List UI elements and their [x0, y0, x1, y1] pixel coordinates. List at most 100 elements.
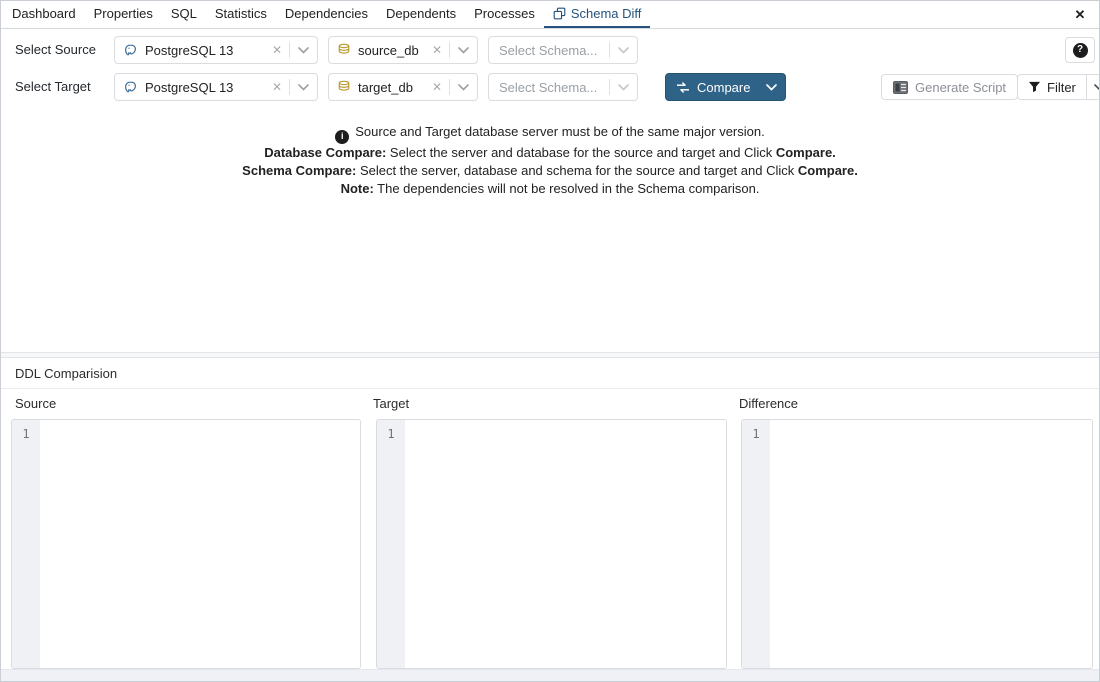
instruction-bold: Compare.	[776, 145, 836, 160]
source-ddl-editor[interactable]: 1	[11, 419, 361, 669]
clear-icon[interactable]: ✕	[427, 81, 447, 93]
tab-processes[interactable]: Processes	[465, 1, 544, 28]
compare-arrows-icon	[676, 82, 690, 93]
source-ddl-content[interactable]	[40, 420, 360, 668]
tab-label: Statistics	[215, 6, 267, 21]
target-schema-placeholder: Select Schema...	[499, 80, 607, 95]
tab-label: Dashboard	[12, 6, 76, 21]
target-schema-select[interactable]: Select Schema...	[488, 73, 638, 101]
select-divider	[449, 42, 450, 58]
chevron-down-icon	[766, 84, 777, 91]
schema-diff-icon	[553, 7, 566, 20]
instructions-block: i Source and Target database server must …	[1, 123, 1099, 198]
clear-icon[interactable]: ✕	[267, 81, 287, 93]
compare-button[interactable]: Compare	[665, 73, 786, 101]
source-schema-select[interactable]: Select Schema...	[488, 36, 638, 64]
generate-script-button[interactable]: Generate Script	[881, 74, 1018, 100]
target-ddl-content[interactable]	[405, 420, 726, 668]
line-number: 1	[12, 427, 40, 441]
select-divider	[289, 42, 290, 58]
chevron-down-icon[interactable]	[292, 84, 309, 91]
tab-statistics[interactable]: Statistics	[206, 1, 276, 28]
target-ddl-editor[interactable]: 1	[376, 419, 727, 669]
line-number-gutter: 1	[742, 420, 770, 668]
chevron-down-icon[interactable]	[292, 47, 309, 54]
difference-ddl-editor[interactable]: 1	[741, 419, 1093, 669]
select-divider	[609, 42, 610, 58]
tab-bar: Dashboard Properties SQL Statistics Depe…	[1, 1, 1099, 29]
source-server-select[interactable]: PostgreSQL 13 ✕	[114, 36, 318, 64]
instruction-line-note: Note: The dependencies will not be resol…	[1, 180, 1099, 198]
line-number-gutter: 1	[12, 420, 40, 668]
instruction-line-database-compare: Database Compare: Select the server and …	[1, 144, 1099, 162]
generate-script-label: Generate Script	[915, 80, 1006, 95]
chevron-down-icon[interactable]	[452, 47, 469, 54]
tab-label: Dependents	[386, 6, 456, 21]
instruction-line-version: i Source and Target database server must …	[1, 123, 1099, 144]
line-number-gutter: 1	[377, 420, 405, 668]
filter-dropdown-toggle[interactable]	[1087, 75, 1100, 99]
compare-dropdown-toggle[interactable]	[760, 74, 785, 100]
instruction-text: Select the server and database for the s…	[386, 145, 776, 160]
clear-icon[interactable]: ✕	[267, 44, 287, 56]
help-button[interactable]: ?	[1065, 37, 1095, 63]
target-database-select[interactable]: target_db ✕	[328, 73, 478, 101]
ddl-comparison-title: DDL Comparision	[1, 358, 1099, 389]
chevron-down-icon[interactable]	[612, 84, 629, 91]
compare-button-main[interactable]: Compare	[666, 80, 760, 95]
filter-button-label: Filter	[1047, 80, 1076, 95]
source-database-value: source_db	[358, 43, 427, 58]
tab-sql[interactable]: SQL	[162, 1, 206, 28]
tab-label: Processes	[474, 6, 535, 21]
postgresql-icon	[123, 80, 138, 95]
tab-dependents[interactable]: Dependents	[377, 1, 465, 28]
chevron-down-icon[interactable]	[452, 84, 469, 91]
instruction-bold: Database Compare:	[264, 145, 386, 160]
script-icon	[893, 81, 908, 94]
tab-label: Properties	[94, 6, 153, 21]
tab-properties[interactable]: Properties	[85, 1, 162, 28]
database-icon	[337, 80, 351, 94]
chevron-down-icon[interactable]	[612, 47, 629, 54]
target-database-value: target_db	[358, 80, 427, 95]
instruction-text: Select the server, database and schema f…	[356, 163, 798, 178]
filter-button-group: Filter	[1017, 74, 1100, 100]
instruction-text: The dependencies will not be resolved in…	[374, 181, 760, 196]
database-icon	[337, 43, 351, 57]
tab-dependencies[interactable]: Dependencies	[276, 1, 377, 28]
instruction-line-schema-compare: Schema Compare: Select the server, datab…	[1, 162, 1099, 180]
select-source-label: Select Source	[15, 36, 96, 64]
question-mark-icon: ?	[1073, 43, 1088, 58]
instruction-bold: Compare.	[798, 163, 858, 178]
tab-label: SQL	[171, 6, 197, 21]
clear-icon[interactable]: ✕	[427, 44, 447, 56]
instruction-text: Source and Target database server must b…	[355, 124, 764, 139]
tab-schema-diff[interactable]: Schema Diff	[544, 1, 651, 28]
source-server-value: PostgreSQL 13	[145, 43, 267, 58]
select-target-label: Select Target	[15, 73, 91, 101]
tab-dashboard[interactable]: Dashboard	[3, 1, 85, 28]
line-number: 1	[742, 427, 770, 441]
difference-ddl-content[interactable]	[770, 420, 1092, 668]
line-number: 1	[377, 427, 405, 441]
instruction-bold: Note:	[341, 181, 374, 196]
schema-diff-panel: Dashboard Properties SQL Statistics Depe…	[0, 0, 1100, 682]
target-panel-header: Target	[373, 396, 409, 411]
target-server-value: PostgreSQL 13	[145, 80, 267, 95]
difference-panel-header: Difference	[739, 396, 798, 411]
info-icon: i	[335, 130, 349, 144]
chevron-down-icon	[1094, 84, 1100, 91]
compare-button-label: Compare	[697, 80, 750, 95]
filter-funnel-icon	[1028, 81, 1041, 93]
bottom-status-strip	[1, 669, 1099, 681]
close-icon[interactable]: ✕	[1071, 6, 1089, 24]
source-database-select[interactable]: source_db ✕	[328, 36, 478, 64]
select-divider	[449, 79, 450, 95]
tab-label: Dependencies	[285, 6, 368, 21]
postgresql-icon	[123, 43, 138, 58]
target-server-select[interactable]: PostgreSQL 13 ✕	[114, 73, 318, 101]
select-divider	[609, 79, 610, 95]
select-divider	[289, 79, 290, 95]
filter-button[interactable]: Filter	[1018, 75, 1086, 99]
instruction-bold: Schema Compare:	[242, 163, 356, 178]
